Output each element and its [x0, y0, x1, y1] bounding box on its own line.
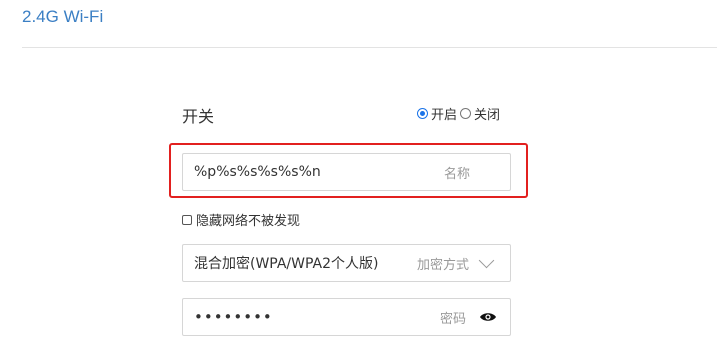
hide-network-checkbox[interactable]	[182, 214, 192, 225]
hide-network-option[interactable]: 隐藏网络不被发现	[182, 210, 300, 229]
chevron-down-icon[interactable]	[478, 252, 495, 268]
switch-label: 开关	[182, 107, 215, 126]
radio-off-label: 关闭	[474, 108, 501, 123]
radio-on-option[interactable]: 开启	[417, 104, 457, 123]
radio-off-option[interactable]: 关闭	[460, 104, 500, 123]
switch-radio-group: 开启 关闭	[417, 104, 500, 123]
password-hint: 密码	[439, 311, 466, 327]
page-title: 2.4G Wi-Fi	[22, 7, 104, 26]
divider	[22, 47, 717, 48]
ssid-hint: 名称	[443, 166, 470, 182]
radio-off-button[interactable]	[460, 108, 472, 119]
password-value[interactable]: ••••••••	[183, 308, 440, 326]
encryption-hint: 加密方式	[416, 257, 469, 273]
eye-icon[interactable]	[478, 310, 498, 324]
encryption-select[interactable]: 混合加密(WPA/WPA2个人版) 加密方式	[182, 244, 511, 282]
encryption-value: 混合加密(WPA/WPA2个人版)	[194, 256, 379, 272]
hide-network-label: 隐藏网络不被发现	[196, 214, 301, 229]
ssid-field[interactable]: %p%s%s%s%s%n 名称	[182, 153, 511, 191]
ssid-value[interactable]: %p%s%s%s%s%n	[183, 164, 444, 180]
radio-on-button[interactable]	[417, 108, 428, 119]
password-field[interactable]: •••••••• 密码	[182, 298, 511, 336]
radio-on-label: 开启	[431, 108, 458, 123]
